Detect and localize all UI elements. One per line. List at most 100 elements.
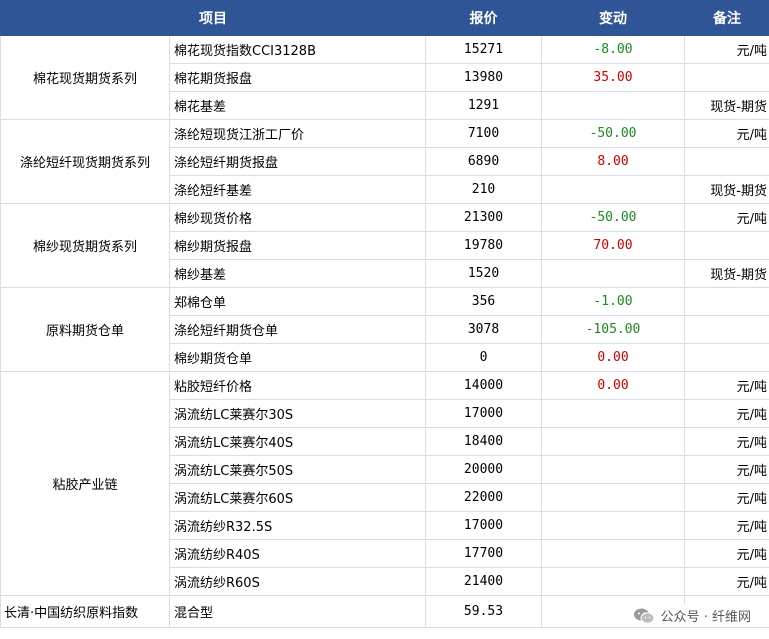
row-price: 13980 [425,63,542,92]
row-price: 1520 [425,259,542,288]
row-price: 15271 [425,35,542,64]
row-price: 22000 [425,483,542,512]
row-item: 棉纱期货仓单 [169,343,426,372]
row-price: 21400 [425,567,542,596]
row-price: 17700 [425,539,542,568]
row-price: 3078 [425,315,542,344]
row-price: 17000 [425,511,542,540]
header-price: 报价 [425,0,542,36]
row-note: 元/吨 [684,483,769,512]
row-note: 现货-期货 [684,259,769,288]
row-price: 17000 [425,399,542,428]
footer-label: 长清·中国纺织原料指数 [0,595,170,628]
row-note: 元/吨 [684,35,769,64]
row-price: 0 [425,343,542,372]
row-price: 210 [425,175,542,204]
group-viscose: 粘胶产业链 [0,371,170,596]
row-note [684,147,769,176]
row-item: 棉纱基差 [169,259,426,288]
row-note: 元/吨 [684,567,769,596]
footer-price: 59.53 [425,595,542,628]
row-change: 70.00 [541,231,685,260]
row-change: -1.00 [541,287,685,316]
row-item: 涡流纺LC莱赛尔50S [169,455,426,484]
row-item: 涡流纺纱R60S [169,567,426,596]
row-price: 20000 [425,455,542,484]
row-price: 14000 [425,371,542,400]
group-cotton: 棉花现货期货系列 [0,35,170,120]
table-row: 棉花现货期货系列 棉花现货指数CCI3128B 15271 -8.00 元/吨 [0,35,769,120]
row-note [684,343,769,372]
row-change [541,175,685,204]
row-note [684,287,769,316]
row-change: 0.00 [541,343,685,372]
row-item: 涡流纺纱R40S [169,539,426,568]
row-change [541,511,685,540]
row-change: 8.00 [541,147,685,176]
row-item: 涤纶短纤基差 [169,175,426,204]
row-change: -50.00 [541,203,685,232]
table-row: 棉纱现货期货系列 棉纱现货价格 21300 -50.00 元/吨 [0,203,769,288]
row-change [541,427,685,456]
row-change: -50.00 [541,119,685,148]
row-item: 涡流纺纱R32.5S [169,511,426,540]
row-note: 元/吨 [684,427,769,456]
row-change: 0.00 [541,371,685,400]
header-item: 项目 [0,0,426,36]
row-change: -105.00 [541,315,685,344]
row-item: 郑棉仓单 [169,287,426,316]
table-row: 原料期货仓单 郑棉仓单 356 -1.00 [0,287,769,372]
row-note [684,315,769,344]
table-header: 项目 报价 变动 备注 [0,0,769,36]
row-price: 21300 [425,203,542,232]
row-price: 19780 [425,231,542,260]
row-note: 元/吨 [684,511,769,540]
row-price: 7100 [425,119,542,148]
row-item: 涤纶短纤期货报盘 [169,147,426,176]
row-note: 元/吨 [684,539,769,568]
row-item: 涡流纺LC莱赛尔40S [169,427,426,456]
row-note: 元/吨 [684,371,769,400]
row-note [684,231,769,260]
row-change [541,483,685,512]
row-price: 356 [425,287,542,316]
row-note: 元/吨 [684,455,769,484]
group-polyester: 涤纶短纤现货期货系列 [0,119,170,204]
row-note: 现货-期货 [684,91,769,120]
row-item: 棉花期货报盘 [169,63,426,92]
watermark-text: 公众号 · 纤维网 [660,610,751,625]
row-item: 涡流纺LC莱赛尔60S [169,483,426,512]
row-change [541,539,685,568]
row-price: 1291 [425,91,542,120]
row-item: 棉纱现货价格 [169,203,426,232]
watermark: 公众号 · 纤维网 [628,604,755,627]
row-change [541,91,685,120]
row-item: 涤纶短现货江浙工厂价 [169,119,426,148]
table-row: 涤纶短纤现货期货系列 涤纶短现货江浙工厂价 7100 -50.00 元/吨 [0,119,769,204]
wechat-icon [633,608,655,624]
price-table: 项目 报价 变动 备注 棉花现货期货系列 棉花现货指数CCI3128B 1527… [0,0,769,628]
row-price: 18400 [425,427,542,456]
row-change [541,259,685,288]
group-warehouse: 原料期货仓单 [0,287,170,372]
row-note: 现货-期货 [684,175,769,204]
row-change [541,399,685,428]
footer-item: 混合型 [169,595,426,628]
row-price: 6890 [425,147,542,176]
row-item: 棉纱期货报盘 [169,231,426,260]
row-change [541,455,685,484]
header-change: 变动 [541,0,685,36]
group-yarn: 棉纱现货期货系列 [0,203,170,288]
table-row: 粘胶产业链 粘胶短纤价格 14000 0.00 元/吨 [0,371,769,596]
row-item: 棉花基差 [169,91,426,120]
row-change [541,567,685,596]
row-change: -8.00 [541,35,685,64]
row-note: 元/吨 [684,119,769,148]
row-item: 涡流纺LC莱赛尔30S [169,399,426,428]
row-item: 涤纶短纤期货仓单 [169,315,426,344]
row-note: 元/吨 [684,203,769,232]
row-note: 元/吨 [684,399,769,428]
row-note [684,63,769,92]
row-item: 棉花现货指数CCI3128B [169,35,426,64]
row-change: 35.00 [541,63,685,92]
